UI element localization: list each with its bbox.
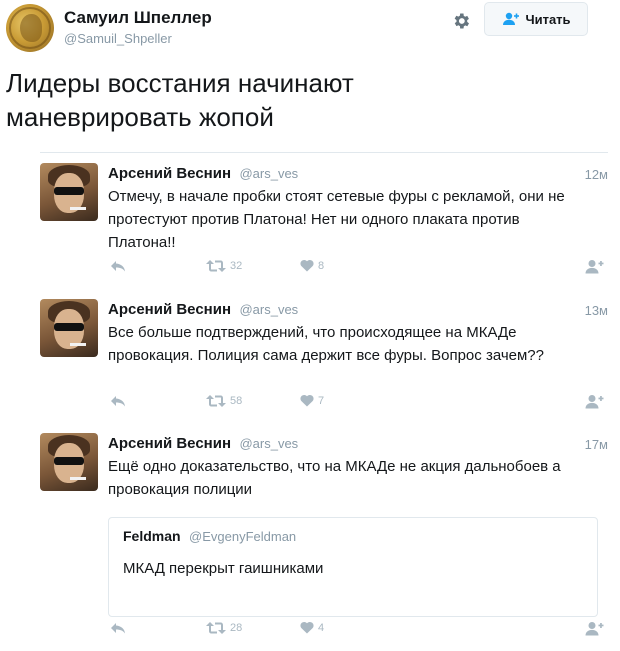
avatar-cigarette <box>70 477 86 480</box>
reply-time[interactable]: 12м <box>585 167 608 182</box>
avatar-glasses <box>54 323 84 331</box>
add-user-icon <box>503 12 520 25</box>
reply-avatar[interactable] <box>40 163 98 221</box>
reply-avatar[interactable] <box>40 299 98 357</box>
author-handle[interactable]: @Samuil_Shpeller <box>64 31 172 46</box>
retweet-icon <box>206 260 226 272</box>
reply-button[interactable] <box>110 621 126 635</box>
like-count: 4 <box>318 621 325 634</box>
reply-tweet[interactable]: Арсений Веснин @ars_ves 13м Все больше п… <box>40 299 608 417</box>
like-button[interactable]: 8 <box>300 259 324 272</box>
quote-header: Feldman @EvgenyFeldman <box>123 528 296 546</box>
heart-icon <box>300 259 314 272</box>
reply-author-handle[interactable]: @ars_ves <box>239 302 298 317</box>
like-count: 8 <box>318 259 325 272</box>
retweet-count: 32 <box>230 260 243 272</box>
reply-icon <box>111 396 125 407</box>
retweet-icon <box>206 622 226 634</box>
reply-author-name[interactable]: Арсений Веснин <box>108 165 231 182</box>
retweet-button[interactable]: 32 <box>206 259 242 273</box>
reply-header: Арсений Веснин @ars_ves <box>108 165 298 183</box>
coin-head <box>20 14 42 42</box>
author-name[interactable]: Самуил Шпеллер <box>64 8 212 28</box>
follow-user-button[interactable] <box>584 259 604 274</box>
reply-header: Арсений Веснин @ars_ves <box>108 301 298 319</box>
settings-button[interactable] <box>448 8 474 34</box>
reply-icon <box>111 261 125 272</box>
tweet-actions: 32 8 <box>108 259 608 277</box>
avatar-glasses <box>54 187 84 195</box>
reply-tweet[interactable]: Арсений Веснин @ars_ves 17м Ещё одно док… <box>40 433 608 643</box>
add-user-icon <box>585 395 604 409</box>
follow-label: Читать <box>525 11 571 27</box>
reply-text: Отмечу, в начале пробки стоят сетевые фу… <box>108 188 565 251</box>
reply-author-name[interactable]: Арсений Веснин <box>108 435 231 452</box>
reply-avatar[interactable] <box>40 433 98 491</box>
tweet-text: Лидеры восстания начинают маневрировать … <box>6 68 354 132</box>
reply-time[interactable]: 17м <box>585 437 608 452</box>
heart-icon <box>300 621 314 634</box>
add-user-icon <box>585 622 604 636</box>
reply-text: Ещё одно доказательство, что на МКАДе не… <box>108 458 561 498</box>
quote-text: МКАД перекрыт гаишниками <box>123 560 324 577</box>
avatar-cigarette <box>70 207 86 210</box>
follow-button[interactable]: Читать <box>484 2 588 36</box>
retweet-button[interactable]: 58 <box>206 394 242 408</box>
reply-text: Все больше подтверждений, что происходящ… <box>108 324 544 364</box>
quote-author-handle: @EvgenyFeldman <box>189 529 297 544</box>
reply-icon <box>111 623 125 634</box>
heart-icon <box>300 394 314 407</box>
like-button[interactable]: 7 <box>300 394 324 407</box>
quoted-tweet[interactable]: Feldman @EvgenyFeldman МКАД перекрыт гаи… <box>108 517 598 617</box>
reply-button[interactable] <box>110 259 126 273</box>
reply-button[interactable] <box>110 394 126 408</box>
retweet-icon <box>206 395 226 407</box>
gear-icon <box>454 13 469 29</box>
reply-author-name[interactable]: Арсений Веснин <box>108 301 231 318</box>
add-user-icon <box>585 260 604 274</box>
tweet-actions: 28 4 <box>108 621 608 639</box>
tweet-page: Самуил Шпеллер @Samuil_Shpeller Читать Л… <box>0 0 620 651</box>
tweet-actions: 58 7 <box>108 394 608 412</box>
avatar-cigarette <box>70 343 86 346</box>
like-button[interactable]: 4 <box>300 621 324 634</box>
retweet-button[interactable]: 28 <box>206 621 242 635</box>
like-count: 7 <box>318 394 325 407</box>
reply-author-handle[interactable]: @ars_ves <box>239 436 298 451</box>
retweet-count: 28 <box>230 622 243 634</box>
retweet-count: 58 <box>230 395 243 407</box>
author-avatar[interactable] <box>6 4 54 52</box>
quote-author-name: Feldman <box>123 528 181 544</box>
follow-user-button[interactable] <box>584 394 604 409</box>
follow-user-button[interactable] <box>584 621 604 636</box>
reply-tweet[interactable]: Арсений Веснин @ars_ves 12м Отмечу, в на… <box>40 163 608 281</box>
reply-header: Арсений Веснин @ars_ves <box>108 435 298 453</box>
tweet-header: Самуил Шпеллер @Samuil_Shpeller Читать <box>0 0 620 60</box>
reply-time[interactable]: 13м <box>585 303 608 318</box>
reply-author-handle[interactable]: @ars_ves <box>239 166 298 181</box>
divider <box>40 152 608 153</box>
avatar-glasses <box>54 457 84 465</box>
